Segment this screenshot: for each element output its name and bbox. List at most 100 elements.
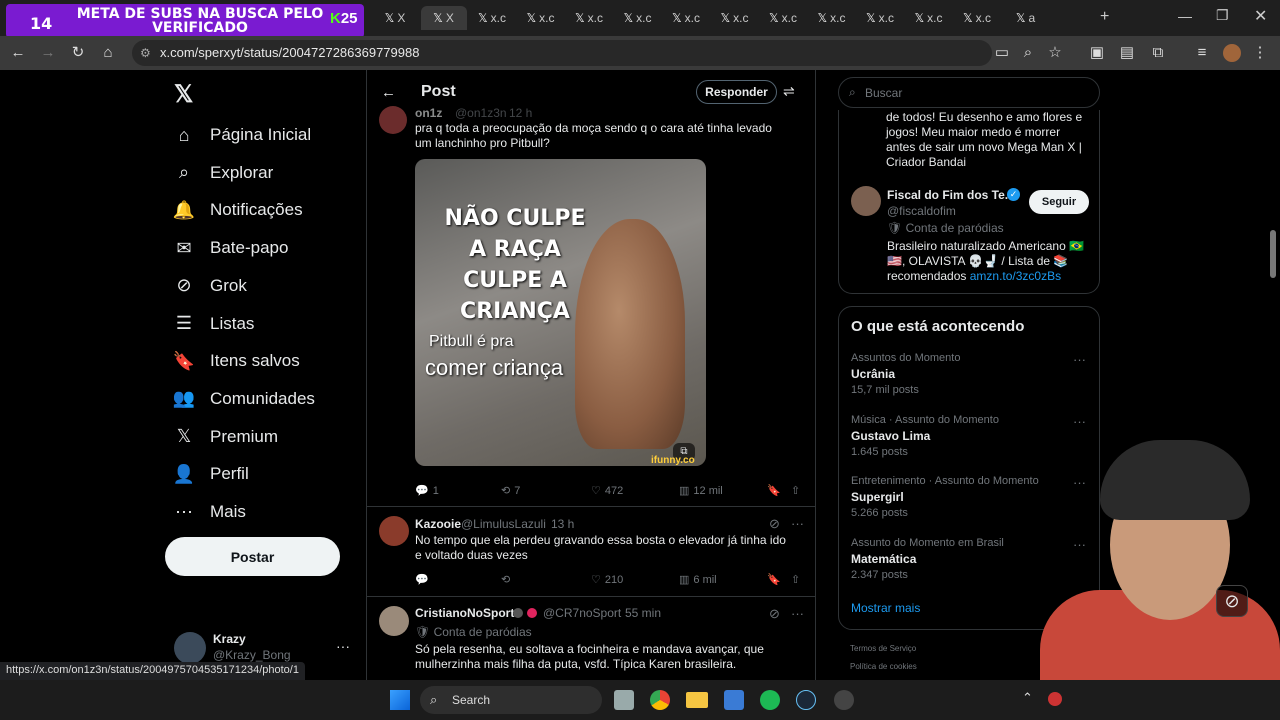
browser-tab[interactable]: 𝕏x.c <box>663 6 709 30</box>
reading-list-icon[interactable]: ≡ <box>1192 44 1212 62</box>
tweet-2-views-action[interactable]: ▥ 6 mil <box>679 573 717 587</box>
tweet-3-grok-icon[interactable]: ⊘ <box>769 606 780 622</box>
tweet-1-name[interactable]: on1z <box>415 106 442 120</box>
browser-tab[interactable]: 𝕏x.c <box>712 6 758 30</box>
tweet-2-like-action[interactable]: ♡ 210 <box>591 573 623 587</box>
tweet-1-image[interactable]: NÃO CULPE A RAÇA CULPE A CRIANÇA Pitbull… <box>415 159 706 466</box>
tweet-1-reply-action[interactable]: 💬 1 <box>415 484 439 498</box>
obs-icon[interactable] <box>834 690 854 710</box>
account-name[interactable]: Krazy <box>213 632 246 646</box>
tweet-3-avatar[interactable] <box>379 606 409 636</box>
zoom-icon[interactable]: ⌕ <box>1018 44 1038 62</box>
browser-tab[interactable]: 𝕏x.c <box>566 6 612 30</box>
tweet-2-share-icon[interactable]: ⇧ <box>791 573 800 586</box>
post-button[interactable]: Postar <box>165 537 340 576</box>
account-menu-icon[interactable]: ··· <box>336 638 350 654</box>
browser-tab[interactable]: 𝕏x.c <box>906 6 952 30</box>
trend-more-icon[interactable]: ··· <box>1073 352 1086 367</box>
sidebar-item-1[interactable]: ⌕ Explorar <box>172 156 273 190</box>
suggest-bio-link[interactable]: amzn.to/3zc0zBs <box>970 269 1061 283</box>
browser-tab[interactable]: 𝕏X <box>420 6 467 30</box>
file-explorer-icon[interactable] <box>686 692 708 708</box>
search-box[interactable]: ⌕ Buscar <box>838 77 1100 108</box>
trend-more-icon[interactable]: ··· <box>1073 414 1086 429</box>
browser-tab[interactable]: 𝕏a <box>1003 6 1049 30</box>
tweet-2-more-icon[interactable]: ··· <box>791 516 804 531</box>
tweet-2-reply-action[interactable]: 💬 <box>415 573 429 586</box>
sidebar-item-0[interactable]: ⌂ Página Inicial <box>172 118 312 152</box>
windows-start-icon[interactable] <box>390 690 410 710</box>
sidebar-item-3[interactable]: ✉ Bate-papo <box>172 231 288 265</box>
back-arrow-icon[interactable]: ← <box>8 44 28 62</box>
sidebar-item-2[interactable]: 🔔 Notificações <box>172 193 303 227</box>
sidebar-item-4[interactable]: ⊘ Grok <box>172 269 246 303</box>
account-avatar[interactable] <box>174 632 206 664</box>
maximize-button[interactable]: ❐ <box>1216 7 1229 24</box>
reload-icon[interactable]: ↻ <box>68 44 88 62</box>
browser-tab[interactable]: 𝕏x.c <box>615 6 661 30</box>
trend-item[interactable]: Assuntos do Momento Ucrânia 15,7 mil posts… <box>851 352 1089 404</box>
extension-1-icon[interactable]: ▣ <box>1087 44 1107 62</box>
tweet-2-avatar[interactable] <box>379 516 409 546</box>
site-info-icon[interactable]: ⚙ <box>140 40 151 66</box>
chrome-icon[interactable] <box>650 690 670 710</box>
reply-button[interactable]: Responder <box>696 80 777 104</box>
sidebar-item-9[interactable]: 👤 Perfil <box>172 457 249 491</box>
tweet-1-views-action[interactable]: ▥ 12 mil <box>679 484 723 498</box>
show-more-link[interactable]: Mostrar mais <box>851 601 920 615</box>
page-scrollbar[interactable] <box>1270 230 1276 278</box>
tweet-3-name[interactable]: CristianoNoSport <box>415 606 514 620</box>
home-browser-icon[interactable]: ⌂ <box>98 44 118 62</box>
steam-icon[interactable] <box>796 690 816 710</box>
cast-icon[interactable]: ▭ <box>992 44 1012 62</box>
sidebar-item-8[interactable]: 𝕏 Premium <box>172 420 278 454</box>
browser-menu-icon[interactable]: ⋮ <box>1250 44 1270 62</box>
x-logo-icon[interactable]: 𝕏 <box>174 80 193 109</box>
browser-tab[interactable]: 𝕏x.c <box>809 6 855 30</box>
tweet-2-bookmark-icon[interactable]: 🔖 <box>767 573 781 586</box>
bookmark-star-icon[interactable]: ☆ <box>1045 44 1065 62</box>
browser-tab[interactable]: 𝕏x.c <box>857 6 903 30</box>
suggest-name[interactable]: Fiscal do Fim dos Te... <box>887 188 1015 202</box>
tweet-1-bookmark-icon[interactable]: 🔖 <box>767 484 781 497</box>
browser-tab[interactable]: 𝕏X <box>372 6 418 30</box>
forward-arrow-icon[interactable]: → <box>38 44 58 62</box>
tweet-2-repost-action[interactable]: ⟲ <box>501 573 510 586</box>
new-tab-button[interactable]: + <box>1100 8 1109 26</box>
back-icon[interactable]: ← <box>381 84 396 101</box>
extensions-puzzle-icon[interactable]: ⧉ <box>1148 44 1168 62</box>
follow-button[interactable]: Seguir <box>1029 190 1089 214</box>
tweet-1-like-action[interactable]: ♡ 472 <box>591 484 623 498</box>
extension-2-icon[interactable]: ▤ <box>1117 44 1137 62</box>
grok-float-icon[interactable]: ⊘ <box>1216 585 1248 617</box>
store-icon[interactable] <box>724 690 744 710</box>
tweet-1-share-icon[interactable]: ⇧ <box>791 484 800 497</box>
address-bar[interactable]: ⚙ x.com/sperxyt/status/20047272863697799… <box>132 40 992 66</box>
browser-tab[interactable]: 𝕏x.c <box>954 6 1000 30</box>
minimize-button[interactable]: — <box>1178 8 1192 24</box>
tweet-3-more-icon[interactable]: ··· <box>791 606 804 621</box>
filter-settings-icon[interactable]: ⇌ <box>783 83 795 100</box>
sidebar-item-10[interactable]: ⋯ Mais <box>172 495 246 529</box>
tray-app-icon[interactable] <box>1048 692 1062 706</box>
close-window-button[interactable]: ✕ <box>1254 6 1267 26</box>
footer-cookies-link[interactable]: Política de cookies <box>850 662 917 671</box>
sidebar-item-7[interactable]: 👥 Comunidades <box>172 382 315 416</box>
browser-tab[interactable]: 𝕏x.c <box>469 6 515 30</box>
repost-icon: ⟲ <box>501 574 511 586</box>
sidebar-item-6[interactable]: 🔖 Itens salvos <box>172 344 300 378</box>
footer-terms-link[interactable]: Termos de Serviço <box>850 644 916 653</box>
tweet-2-grok-icon[interactable]: ⊘ <box>769 516 780 532</box>
browser-tab[interactable]: 𝕏x.c <box>518 6 564 30</box>
tweet-1-avatar[interactable] <box>379 106 407 134</box>
task-view-icon[interactable] <box>614 690 634 710</box>
sidebar-item-5[interactable]: ☰ Listas <box>172 307 255 341</box>
tray-expand-icon[interactable]: ⌃ <box>1022 690 1033 706</box>
taskbar-search[interactable]: ⌕ Search <box>420 686 602 714</box>
tweet-2-name[interactable]: Kazooie <box>415 517 461 531</box>
spotify-icon[interactable] <box>760 690 780 710</box>
suggest-avatar[interactable] <box>851 186 881 216</box>
browser-tab[interactable]: 𝕏x.c <box>760 6 806 30</box>
tweet-1-repost-action[interactable]: ⟲ 7 <box>501 484 520 498</box>
profile-avatar-icon[interactable] <box>1223 44 1241 62</box>
